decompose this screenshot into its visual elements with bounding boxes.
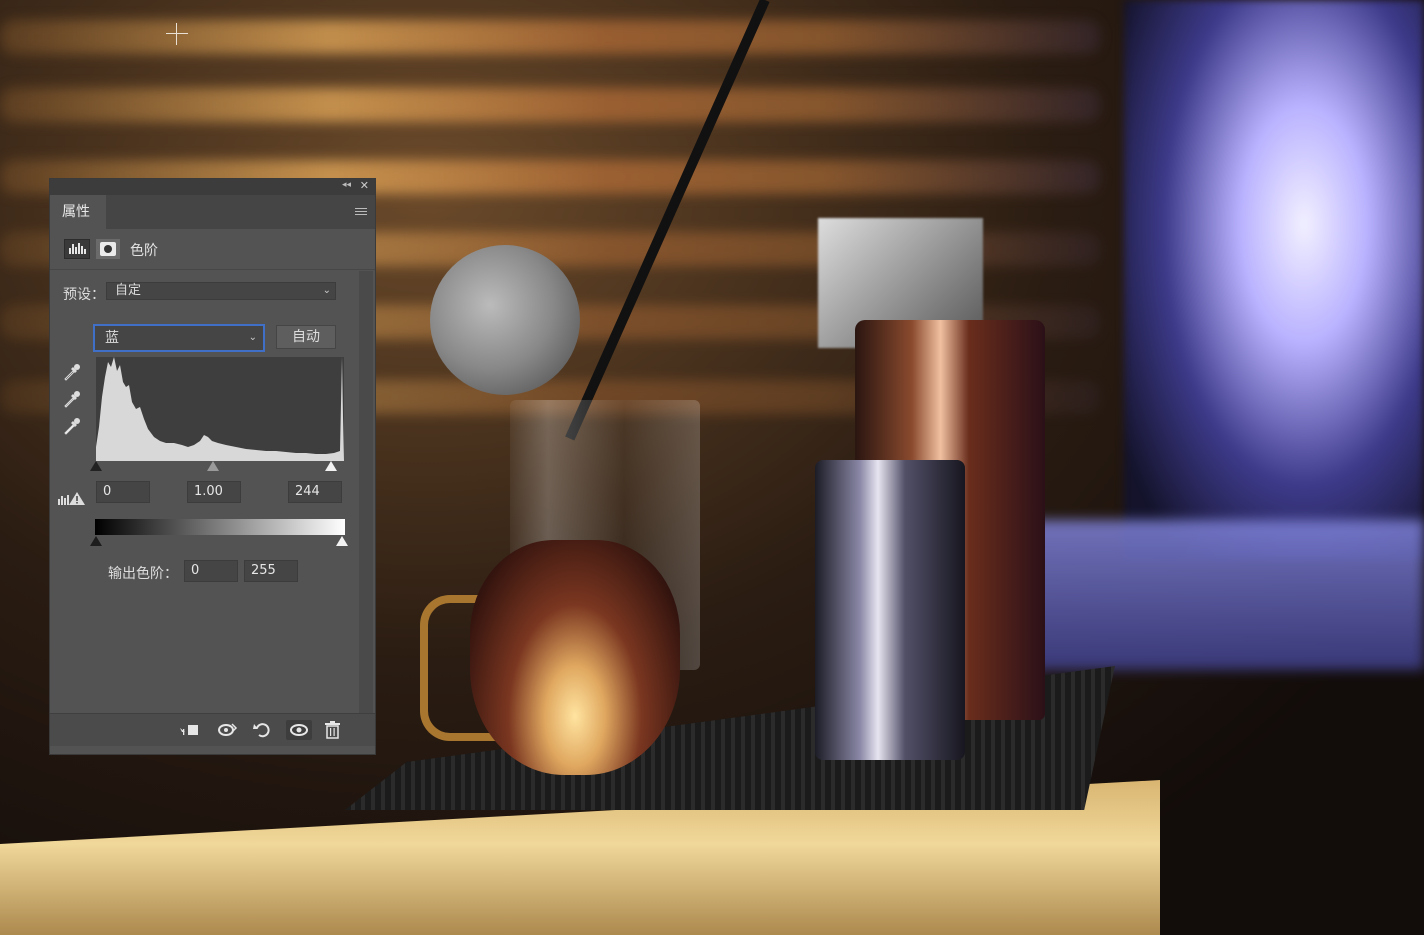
chevron-down-icon: ⌄ bbox=[248, 332, 257, 343]
channel-value: 蓝 bbox=[105, 330, 119, 346]
input-gamma-slider[interactable] bbox=[207, 461, 219, 471]
eye-icon[interactable] bbox=[286, 720, 312, 740]
reset-icon[interactable] bbox=[251, 720, 273, 740]
output-levels-label: 输出色阶： bbox=[108, 566, 178, 582]
preset-row: 预设： 自定 ⌄ bbox=[50, 279, 375, 305]
bright-window bbox=[1124, 0, 1424, 560]
white-point-eyedropper-icon[interactable] bbox=[62, 416, 82, 436]
preset-dropdown[interactable]: 自定 ⌄ bbox=[106, 282, 336, 300]
panel-title-bar[interactable]: ◂◂ ✕ bbox=[50, 179, 375, 195]
adjustment-type-label: 色阶 bbox=[130, 243, 158, 259]
panel-scrollbar[interactable] bbox=[359, 271, 373, 716]
channel-dropdown[interactable]: 蓝 ⌄ bbox=[93, 324, 265, 352]
bokeh-light bbox=[0, 88, 1100, 122]
panel-bottom-toolbar bbox=[50, 713, 375, 746]
histogram bbox=[96, 357, 344, 461]
preset-label: 预设： bbox=[63, 287, 105, 303]
output-black-slider[interactable] bbox=[90, 536, 102, 546]
steel-shaker bbox=[815, 460, 965, 760]
clipping-warning-icon[interactable] bbox=[58, 491, 86, 505]
output-gradient-bar bbox=[95, 519, 345, 535]
layer-mask-icon[interactable] bbox=[96, 239, 120, 259]
tab-properties[interactable]: 属性 bbox=[50, 195, 106, 229]
blue-light-panel bbox=[1030, 520, 1424, 670]
gray-point-eyedropper-icon[interactable] bbox=[62, 389, 82, 409]
crosshair-cursor-icon bbox=[166, 23, 188, 45]
output-black-field[interactable]: 0 bbox=[184, 560, 238, 582]
input-black-slider[interactable] bbox=[90, 461, 102, 471]
input-black-field[interactable]: 0 bbox=[96, 481, 150, 503]
input-gamma-field[interactable]: 1.00 bbox=[187, 481, 241, 503]
hamburger-menu-icon[interactable] bbox=[355, 208, 367, 216]
chevron-down-icon: ⌄ bbox=[322, 285, 331, 296]
double-chevron-left-icon[interactable]: ◂◂ bbox=[342, 180, 351, 190]
input-white-field[interactable]: 244 bbox=[288, 481, 342, 503]
adjustment-type-row: 色阶 bbox=[50, 229, 375, 270]
auto-button[interactable]: 自动 bbox=[276, 325, 336, 349]
bar-spoon bbox=[565, 0, 770, 441]
input-white-slider[interactable] bbox=[325, 461, 337, 471]
histogram-shape bbox=[96, 357, 344, 461]
panel-tab-bar: 属性 bbox=[50, 195, 375, 229]
properties-panel: ◂◂ ✕ 属性 色阶 预设： 自定 ⌄ 蓝 ⌄ 自动 0 1.00 244 输出… bbox=[49, 178, 376, 755]
preset-value: 自定 bbox=[115, 283, 142, 298]
output-white-field[interactable]: 255 bbox=[244, 560, 298, 582]
clip-to-layer-icon[interactable] bbox=[178, 720, 200, 740]
view-previous-state-icon[interactable] bbox=[216, 720, 238, 740]
output-white-slider[interactable] bbox=[336, 536, 348, 546]
black-point-eyedropper-icon[interactable] bbox=[62, 362, 82, 382]
bokeh-light bbox=[0, 20, 1100, 54]
tea-strainer bbox=[430, 245, 580, 395]
trash-icon[interactable] bbox=[322, 720, 344, 740]
close-icon[interactable]: ✕ bbox=[360, 179, 369, 192]
levels-histogram-icon[interactable] bbox=[64, 239, 90, 259]
copper-mug bbox=[470, 540, 680, 775]
